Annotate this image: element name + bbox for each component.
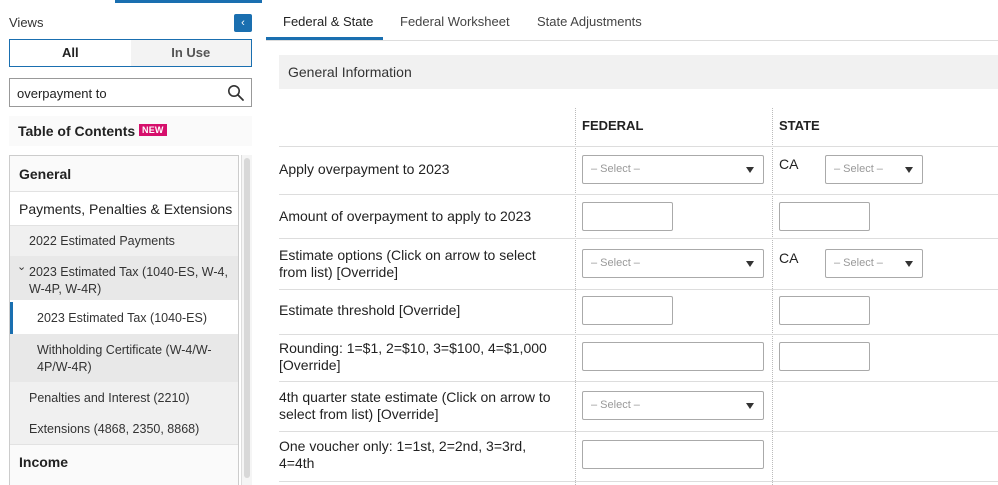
row-label-one-voucher: One voucher only: 1=1st, 2=2nd, 3=3rd, 4…	[279, 438, 527, 471]
collapse-sidebar-button[interactable]: ‹	[234, 14, 252, 32]
federal-one-voucher-input[interactable]	[582, 440, 764, 469]
view-toggle: All In Use	[9, 39, 252, 67]
tab-state-adjustments[interactable]: State Adjustments	[537, 14, 642, 29]
row-divider	[279, 146, 998, 147]
sidebar: Views ‹ All In Use overpayment to Table …	[0, 0, 262, 485]
main-content: Federal & State Federal Worksheet State …	[266, 0, 998, 485]
caret-down-icon	[746, 261, 754, 267]
chevron-left-icon: ‹	[241, 17, 245, 29]
caret-down-icon	[905, 261, 913, 267]
row-divider	[279, 194, 998, 195]
views-header: Views ‹	[9, 14, 252, 32]
column-header-federal: FEDERAL	[582, 118, 644, 133]
federal-apply-overpayment-select[interactable]: – Select –	[582, 155, 764, 184]
sidebar-active-indicator	[115, 0, 262, 3]
tab-federal-state[interactable]: Federal & State	[283, 14, 373, 29]
row-divider	[279, 238, 998, 239]
toggle-in-use-button[interactable]: In Use	[130, 40, 251, 66]
section-header: General Information	[279, 55, 998, 89]
row-divider	[279, 289, 998, 290]
toc-item-withholding[interactable]: Withholding Certificate (W-4/W-4P/W-4R)	[10, 334, 238, 382]
caret-down-icon	[746, 167, 754, 173]
toc-item-payments[interactable]: Payments, Penalties & Extensions	[10, 192, 238, 226]
state-code-label: CA	[779, 156, 799, 172]
toc-header: Table of Contents NEW	[9, 116, 252, 146]
column-divider	[772, 108, 773, 485]
state-estimate-options-select[interactable]: – Select –	[825, 249, 923, 278]
row-label-apply-overpayment: Apply overpayment to 2023	[279, 161, 450, 177]
new-badge: NEW	[139, 124, 167, 136]
search-input-value: overpayment to	[17, 86, 107, 101]
active-tab-indicator	[266, 37, 383, 40]
section-title: General Information	[288, 64, 412, 80]
search-input[interactable]: overpayment to	[9, 78, 252, 107]
column-divider	[575, 108, 576, 485]
row-label-estimate-threshold: Estimate threshold [Override]	[279, 302, 461, 318]
toc-item-2023-1040es[interactable]: 2023 Estimated Tax (1040-ES)	[10, 302, 238, 334]
toc-item-penalties[interactable]: Penalties and Interest (2210)	[10, 382, 238, 413]
toc-tree: General Payments, Penalties & Extensions…	[9, 155, 239, 485]
chevron-down-icon: ⌄	[17, 261, 27, 273]
tab-bar: Federal & State Federal Worksheet State …	[266, 0, 998, 41]
row-divider	[279, 431, 998, 432]
toggle-all-button[interactable]: All	[9, 39, 132, 67]
federal-amount-overpayment-input[interactable]	[582, 202, 673, 231]
state-amount-overpayment-input[interactable]	[779, 202, 870, 231]
column-header-state: STATE	[779, 118, 820, 133]
search-icon[interactable]	[227, 84, 245, 102]
toc-item-extensions[interactable]: Extensions (4868, 2350, 8868)	[10, 413, 238, 445]
caret-down-icon	[905, 167, 913, 173]
toc-item-general[interactable]: General	[10, 156, 238, 192]
toc-item-income[interactable]: Income	[10, 445, 238, 485]
federal-estimate-options-select[interactable]: – Select –	[582, 249, 764, 278]
toc-scrollbar-thumb[interactable]	[244, 158, 250, 478]
federal-4th-quarter-select[interactable]: – Select –	[582, 391, 764, 420]
state-apply-overpayment-select[interactable]: – Select –	[825, 155, 923, 184]
federal-estimate-threshold-input[interactable]	[582, 296, 673, 325]
toc-title: Table of Contents	[18, 123, 136, 139]
row-divider	[279, 334, 998, 335]
row-label-rounding: Rounding: 1=$1, 2=$10, 3=$100, 4=$1,000 …	[279, 340, 547, 373]
views-label: Views	[9, 15, 44, 30]
row-divider	[279, 381, 998, 382]
toc-scrollbar[interactable]	[241, 155, 252, 485]
row-label-estimate-options: Estimate options (Click on arrow to sele…	[279, 247, 536, 280]
state-estimate-threshold-input[interactable]	[779, 296, 870, 325]
tab-federal-worksheet[interactable]: Federal Worksheet	[400, 14, 510, 29]
row-label-4th-quarter: 4th quarter state estimate (Click on arr…	[279, 389, 551, 422]
toc-item-2023-estimated[interactable]: ⌄ 2023 Estimated Tax (1040-ES, W-4, W-4P…	[10, 256, 238, 300]
federal-rounding-input[interactable]	[582, 342, 764, 371]
toc-item-2022-estimated[interactable]: 2022 Estimated Payments	[10, 226, 238, 256]
state-rounding-input[interactable]	[779, 342, 870, 371]
caret-down-icon	[746, 403, 754, 409]
row-label-amount-overpayment: Amount of overpayment to apply to 2023	[279, 208, 532, 224]
row-divider	[279, 481, 998, 482]
state-code-label: CA	[779, 250, 799, 266]
